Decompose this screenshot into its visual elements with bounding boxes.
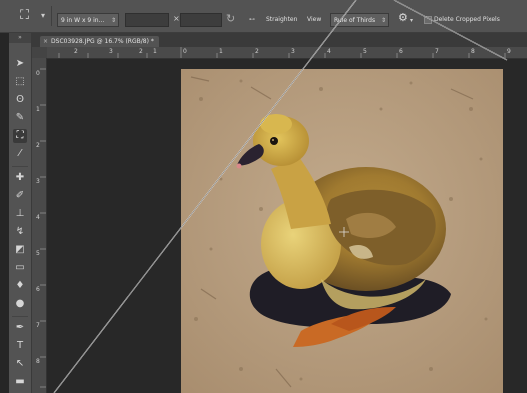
photoshop-window: ⛶ ▾ 9 in W x 9 in... ⇕ × ↻ ⊷ Straighten … [0, 0, 527, 393]
callout-lines [53, 0, 508, 393]
